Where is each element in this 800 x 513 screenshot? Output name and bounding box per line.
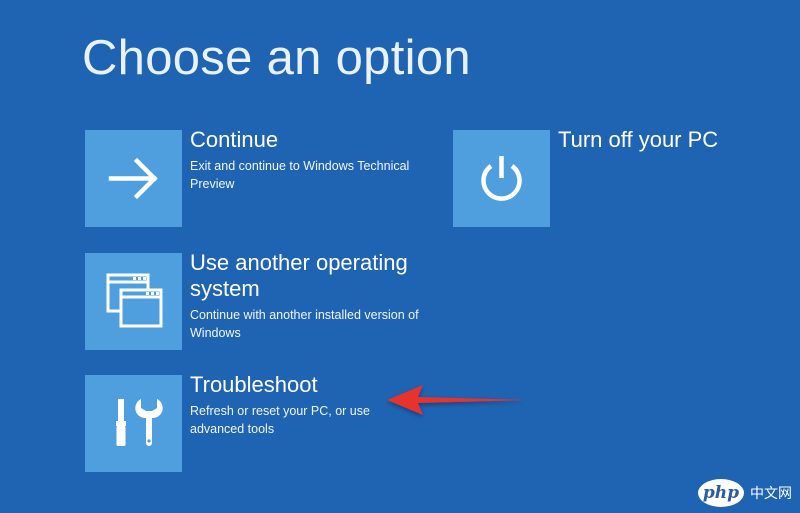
another-os-text: Use another operating system Continue wi… (190, 250, 420, 342)
watermark-logo: php (698, 479, 744, 507)
troubleshoot-description: Refresh or reset your PC, or use advance… (190, 404, 370, 436)
annotation-arrow-icon (387, 385, 527, 415)
turn-off-tile[interactable] (453, 130, 550, 227)
turn-off-text: Turn off your PC (558, 127, 718, 153)
another-os-description: Continue with another installed version … (190, 308, 419, 340)
page-title: Choose an option (82, 31, 471, 85)
another-os-option[interactable]: Use another operating system Continue wi… (85, 250, 425, 350)
another-os-title: Use another operating system (190, 250, 408, 301)
continue-option[interactable]: Continue Exit and continue to Windows Te… (85, 127, 425, 227)
tools-icon (116, 399, 163, 446)
watermark-text: 中文网 (750, 486, 792, 502)
power-icon (481, 156, 522, 201)
arrow-right-icon (108, 157, 158, 200)
windows-stack-icon (106, 273, 163, 328)
continue-tile[interactable] (85, 130, 182, 227)
turn-off-option[interactable]: Turn off your PC (453, 127, 753, 227)
troubleshoot-tile[interactable] (85, 375, 182, 472)
troubleshoot-option[interactable]: Troubleshoot Refresh or reset your PC, o… (85, 372, 425, 472)
troubleshoot-text: Troubleshoot Refresh or reset your PC, o… (190, 372, 380, 438)
continue-description: Exit and continue to Windows Technical P… (190, 159, 410, 191)
troubleshoot-title: Troubleshoot (190, 372, 318, 397)
continue-text: Continue Exit and continue to Windows Te… (190, 127, 420, 193)
another-os-tile[interactable] (85, 253, 182, 350)
continue-title: Continue (190, 127, 279, 152)
turn-off-title: Turn off your PC (558, 127, 719, 152)
watermark: php 中文网 (698, 479, 792, 507)
